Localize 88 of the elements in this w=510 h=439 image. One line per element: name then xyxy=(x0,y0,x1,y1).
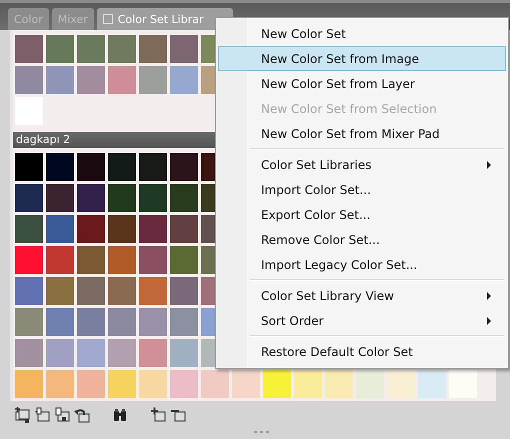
color-swatch[interactable] xyxy=(232,370,260,398)
color-swatch[interactable] xyxy=(77,66,105,94)
color-swatch[interactable] xyxy=(46,370,74,398)
color-swatch[interactable] xyxy=(170,153,198,181)
undo-icon[interactable] xyxy=(74,407,90,423)
color-swatch[interactable] xyxy=(108,339,136,367)
menu-item[interactable]: Import Legacy Color Set... xyxy=(218,252,506,277)
color-swatch[interactable] xyxy=(139,339,167,367)
color-swatch[interactable] xyxy=(46,153,74,181)
color-swatch[interactable] xyxy=(387,370,415,398)
color-swatch[interactable] xyxy=(77,215,105,243)
color-swatch[interactable] xyxy=(108,153,136,181)
color-swatch[interactable] xyxy=(108,308,136,336)
menu-item[interactable]: New Color Set from Mixer Pad xyxy=(218,121,506,146)
color-swatch[interactable] xyxy=(77,184,105,212)
new-set-icon[interactable] xyxy=(14,407,30,423)
color-swatch[interactable] xyxy=(139,308,167,336)
color-swatch[interactable] xyxy=(46,66,74,94)
color-swatch[interactable] xyxy=(170,370,198,398)
color-swatch[interactable] xyxy=(46,277,74,305)
color-swatch[interactable] xyxy=(170,339,198,367)
color-swatch[interactable] xyxy=(139,153,167,181)
color-swatch[interactable] xyxy=(108,215,136,243)
save-set-icon[interactable] xyxy=(54,407,70,423)
color-swatch[interactable] xyxy=(15,308,43,336)
color-swatch[interactable] xyxy=(139,246,167,274)
color-swatch[interactable] xyxy=(77,370,105,398)
color-swatch[interactable] xyxy=(46,246,74,274)
menu-item[interactable]: Sort Order xyxy=(218,308,506,333)
open-set-icon[interactable] xyxy=(34,407,50,423)
color-swatch[interactable] xyxy=(46,184,74,212)
color-swatch[interactable] xyxy=(201,370,229,398)
color-swatch[interactable] xyxy=(15,184,43,212)
menu-item[interactable]: Export Color Set... xyxy=(218,202,506,227)
color-swatch[interactable] xyxy=(108,246,136,274)
color-swatch[interactable] xyxy=(46,339,74,367)
color-swatch[interactable] xyxy=(15,66,43,94)
color-swatch[interactable] xyxy=(139,370,167,398)
panel-icon xyxy=(102,14,113,24)
menu-item[interactable]: Color Set Libraries xyxy=(218,152,506,177)
color-swatch[interactable] xyxy=(263,370,291,398)
color-swatch[interactable] xyxy=(46,35,74,63)
color-swatch[interactable] xyxy=(170,66,198,94)
color-swatch[interactable] xyxy=(15,277,43,305)
color-swatch[interactable] xyxy=(139,35,167,63)
menu-item[interactable]: Restore Default Color Set xyxy=(218,339,506,364)
menu-item[interactable]: Remove Color Set... xyxy=(218,227,506,252)
color-swatch[interactable] xyxy=(325,370,353,398)
color-swatch[interactable] xyxy=(15,35,43,63)
color-swatch[interactable] xyxy=(77,339,105,367)
color-swatch[interactable] xyxy=(108,66,136,94)
color-swatch[interactable] xyxy=(108,184,136,212)
color-swatch[interactable] xyxy=(108,370,136,398)
color-swatch[interactable] xyxy=(170,246,198,274)
binoculars-icon[interactable] xyxy=(112,407,128,423)
menu-item[interactable]: Color Set Library View xyxy=(218,283,506,308)
color-swatch[interactable] xyxy=(77,308,105,336)
color-swatch[interactable] xyxy=(139,215,167,243)
color-swatch[interactable] xyxy=(15,370,43,398)
color-swatch[interactable] xyxy=(139,184,167,212)
color-swatch[interactable] xyxy=(77,35,105,63)
color-swatch[interactable] xyxy=(170,277,198,305)
color-swatch[interactable] xyxy=(170,215,198,243)
color-swatch[interactable] xyxy=(139,277,167,305)
color-swatch[interactable] xyxy=(15,246,43,274)
color-swatch[interactable] xyxy=(15,215,43,243)
color-swatch[interactable] xyxy=(15,153,43,181)
color-swatch[interactable] xyxy=(77,246,105,274)
color-swatch[interactable] xyxy=(170,184,198,212)
color-swatch[interactable] xyxy=(356,370,384,398)
color-swatch[interactable] xyxy=(170,308,198,336)
color-swatch[interactable] xyxy=(108,277,136,305)
color-swatch[interactable] xyxy=(46,215,74,243)
color-swatch[interactable] xyxy=(15,339,43,367)
color-swatch[interactable] xyxy=(46,308,74,336)
color-swatch[interactable] xyxy=(449,370,477,398)
color-swatch[interactable] xyxy=(418,370,446,398)
remove-swatch-icon[interactable] xyxy=(170,407,186,423)
menu-item[interactable]: New Color Set from Layer xyxy=(218,71,506,96)
color-swatch[interactable] xyxy=(108,35,136,63)
color-swatch[interactable] xyxy=(170,35,198,63)
color-swatch[interactable] xyxy=(294,370,322,398)
color-swatch[interactable] xyxy=(139,66,167,94)
color-swatch[interactable] xyxy=(77,153,105,181)
color-swatch[interactable] xyxy=(77,277,105,305)
menu-item[interactable]: New Color Set from Image xyxy=(218,46,506,71)
menu-item[interactable]: Import Color Set... xyxy=(218,177,506,202)
add-swatch-icon[interactable] xyxy=(150,407,166,423)
